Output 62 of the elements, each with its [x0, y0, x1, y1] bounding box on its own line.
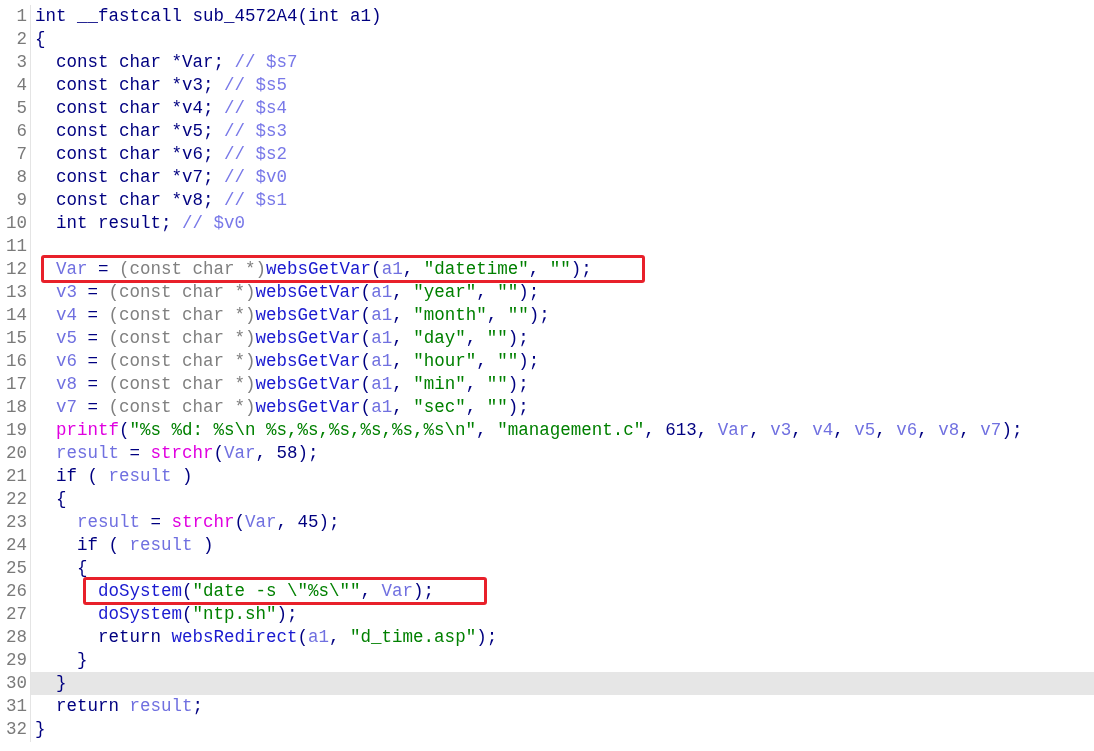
line-number: 18	[0, 396, 31, 420]
code-line: v5 = (const char *)websGetVar(a1, "day", "");	[56, 328, 529, 349]
line-number: 2	[0, 28, 31, 52]
code-line: const char *v8; // $s1	[56, 190, 288, 211]
code-line: result = strchr(Var, 45);	[77, 512, 340, 533]
line-number: 7	[0, 143, 31, 167]
code-line: {	[56, 489, 67, 510]
code-line: result = strchr(Var, 58);	[56, 443, 319, 464]
line-number: 6	[0, 120, 31, 144]
code-line: }	[35, 719, 46, 740]
line-number: 19	[0, 419, 31, 443]
line-number: 14	[0, 304, 31, 328]
line-number: 12	[0, 258, 31, 282]
code-line: return websRedirect(a1, "d_time.asp");	[98, 627, 498, 648]
code-line: }	[77, 650, 88, 671]
line-number: 27	[0, 603, 31, 627]
line-number: 22	[0, 488, 31, 512]
line-number: 26	[0, 580, 31, 604]
code-line: const char *Var; // $s7	[56, 52, 298, 73]
line-number: 21	[0, 465, 31, 489]
line-number: 31	[0, 695, 31, 719]
line-number: 25	[0, 557, 31, 581]
code-line: const char *v6; // $s2	[56, 144, 288, 165]
line-number: 17	[0, 373, 31, 397]
code-line: v6 = (const char *)websGetVar(a1, "hour", "");	[56, 351, 540, 372]
line-number: 5	[0, 97, 31, 121]
line-number: 32	[0, 718, 31, 742]
line-number: 10	[0, 212, 31, 236]
code-line: doSystem("ntp.sh");	[98, 604, 298, 625]
code-line: int result; // $v0	[56, 213, 246, 234]
code-line: if ( result )	[56, 466, 193, 487]
line-number: 28	[0, 626, 31, 650]
line-number: 4	[0, 74, 31, 98]
code-line: return result;	[56, 696, 204, 717]
code-line: const char *v7; // $v0	[56, 167, 288, 188]
line-number: 3	[0, 51, 31, 75]
code-line: Var = (const char *)websGetVar(a1, "datetime", "");	[56, 259, 592, 280]
line-number: 9	[0, 189, 31, 213]
line-number: 16	[0, 350, 31, 374]
line-number: 11	[0, 235, 31, 259]
code-line: const char *v3; // $s5	[56, 75, 288, 96]
code-line: printf("%s %d: %s\n %s,%s,%s,%s,%s,%s\n", "management.c", 613, Var, v3, v4, v5, v6, v8, v7);	[56, 420, 1023, 441]
code-line: doSystem("date -s \"%s\"", Var);	[98, 581, 435, 602]
line-number: 1	[0, 5, 31, 28]
code-line: v7 = (const char *)websGetVar(a1, "sec", "");	[56, 397, 529, 418]
code-line: int __fastcall sub_4572A4(int a1)	[35, 6, 382, 26]
code-line: v8 = (const char *)websGetVar(a1, "min", "");	[56, 374, 529, 395]
code-line: {	[77, 558, 88, 579]
line-number: 13	[0, 281, 31, 305]
code-line: {	[35, 29, 46, 49]
line-number: 24	[0, 534, 31, 558]
code-line: if ( result )	[77, 535, 214, 556]
line-number: 15	[0, 327, 31, 351]
line-number: 20	[0, 442, 31, 466]
code-line: const char *v5; // $s3	[56, 121, 288, 142]
line-number: 23	[0, 511, 31, 535]
line-number: 29	[0, 649, 31, 673]
code-line: v3 = (const char *)websGetVar(a1, "year", "");	[56, 282, 540, 303]
code-line: }	[56, 673, 67, 694]
code-line: const char *v4; // $s4	[56, 98, 288, 119]
line-number: 8	[0, 166, 31, 190]
code-line: v4 = (const char *)websGetVar(a1, "month", "");	[56, 305, 550, 326]
